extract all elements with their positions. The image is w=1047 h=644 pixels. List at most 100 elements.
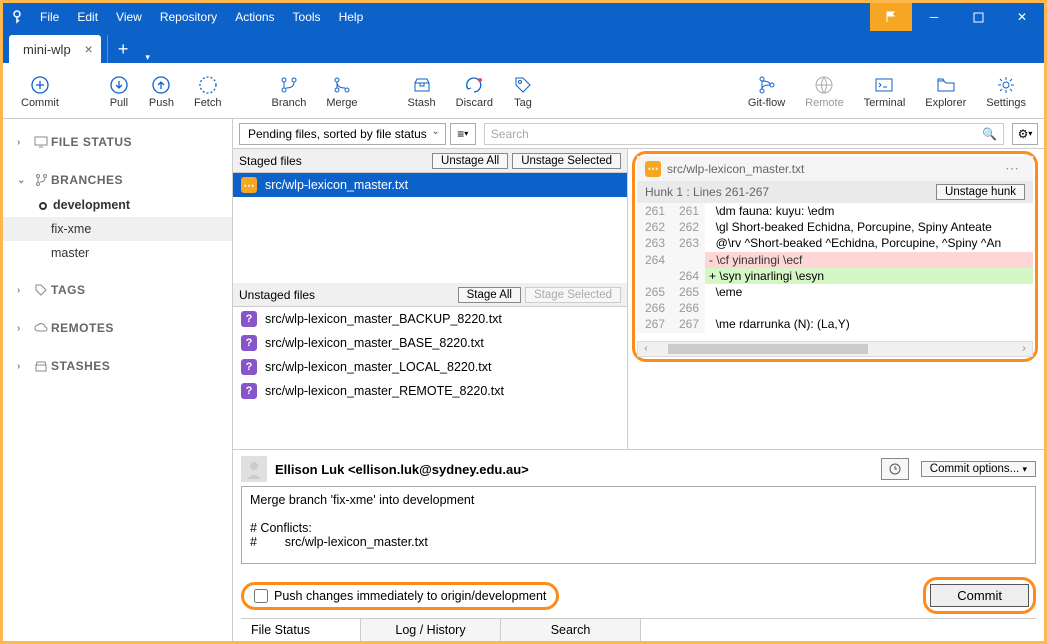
sidebar-branch-development[interactable]: development bbox=[3, 193, 232, 217]
commit-area: Ellison Luk <ellison.luk@sydney.edu.au> … bbox=[233, 449, 1044, 641]
notification-flag-icon[interactable] bbox=[870, 3, 912, 31]
add-tab-button[interactable]: + bbox=[107, 35, 139, 63]
discard-toolbar-button[interactable]: Discard bbox=[446, 63, 503, 119]
diff-body[interactable]: 261261 \dm fauna: kuyu: \edm262262 \gl S… bbox=[637, 203, 1033, 333]
unstaged-file-row[interactable]: ?src/wlp-lexicon_master_REMOTE_8220.txt bbox=[233, 379, 627, 403]
commit-button[interactable]: Commit bbox=[930, 584, 1029, 607]
maximize-button[interactable] bbox=[956, 3, 1000, 31]
branch-icon bbox=[279, 73, 299, 97]
unstage-all-button[interactable]: Unstage All bbox=[432, 153, 508, 169]
push-immediate-checkbox[interactable] bbox=[254, 589, 268, 603]
unstaged-file-row[interactable]: ?src/wlp-lexicon_master_BASE_8220.txt bbox=[233, 331, 627, 355]
staged-files-list: ⋯ src/wlp-lexicon_master.txt bbox=[233, 173, 627, 283]
diff-more-button[interactable]: ⋯ bbox=[999, 160, 1025, 177]
push-icon bbox=[151, 73, 171, 97]
unstaged-file-row[interactable]: ?src/wlp-lexicon_master_LOCAL_8220.txt bbox=[233, 355, 627, 379]
push-toolbar-button[interactable]: Push bbox=[139, 63, 184, 119]
menu-tools[interactable]: Tools bbox=[284, 10, 330, 24]
main-toolbar: Commit Pull Push Fetch Branch Merge Stas… bbox=[3, 63, 1044, 119]
unstaged-files-header: Unstaged files Stage All Stage Selected bbox=[233, 283, 627, 307]
diff-line[interactable]: 267267 \me rdarrunka (N): (La,Y) bbox=[637, 316, 1033, 332]
commit-message-textarea[interactable] bbox=[241, 486, 1036, 564]
commit-toolbar-button[interactable]: Commit bbox=[11, 63, 69, 119]
cloud-icon bbox=[31, 321, 51, 335]
menu-help[interactable]: Help bbox=[330, 10, 373, 24]
sidebar-stashes-header[interactable]: › STASHES bbox=[3, 353, 232, 379]
bottom-tab-file-status[interactable]: File Status bbox=[241, 619, 361, 641]
diff-horizontal-scrollbar[interactable]: ‹› bbox=[637, 341, 1033, 357]
sidebar-branch-master[interactable]: master bbox=[3, 241, 232, 265]
repo-tab-bar: mini-wlp × + ▾ bbox=[3, 31, 1044, 63]
diff-line[interactable]: 266266 bbox=[637, 300, 1033, 316]
unstaged-files-list: ?src/wlp-lexicon_master_BACKUP_8220.txt?… bbox=[233, 307, 627, 427]
repo-tab[interactable]: mini-wlp × bbox=[9, 35, 101, 63]
view-mode-button[interactable]: ≡ ▾ bbox=[450, 123, 476, 145]
minimize-button[interactable]: ─ bbox=[912, 3, 956, 31]
diff-line[interactable]: 265265 \eme bbox=[637, 284, 1033, 300]
menu-actions[interactable]: Actions bbox=[226, 10, 283, 24]
menu-edit[interactable]: Edit bbox=[68, 10, 107, 24]
modified-file-icon: ⋯ bbox=[645, 161, 661, 177]
diff-line[interactable]: 261261 \dm fauna: kuyu: \edm bbox=[637, 203, 1033, 219]
bottom-tab-log[interactable]: Log / History bbox=[361, 619, 501, 641]
merge-toolbar-button[interactable]: Merge bbox=[316, 63, 367, 119]
fetch-toolbar-button[interactable]: Fetch bbox=[184, 63, 232, 119]
unstage-selected-button[interactable]: Unstage Selected bbox=[512, 153, 621, 169]
pending-files-filter[interactable]: Pending files, sorted by file status bbox=[239, 123, 446, 145]
chevron-right-icon: › bbox=[17, 361, 31, 372]
sidebar-remotes-header[interactable]: › REMOTES bbox=[3, 315, 232, 341]
unstage-hunk-button[interactable]: Unstage hunk bbox=[936, 184, 1025, 200]
modified-file-icon: ⋯ bbox=[241, 177, 257, 193]
sidebar: › FILE STATUS ⌄ BRANCHES development fix… bbox=[3, 119, 233, 641]
stage-selected-button[interactable]: Stage Selected bbox=[525, 287, 621, 303]
add-tab-dropdown-icon[interactable]: ▾ bbox=[139, 52, 157, 63]
menu-file[interactable]: File bbox=[31, 10, 68, 24]
staged-file-row[interactable]: ⋯ src/wlp-lexicon_master.txt bbox=[233, 173, 627, 197]
diff-panel: ⋯ src/wlp-lexicon_master.txt ⋯ Hunk 1 : … bbox=[632, 151, 1038, 362]
sidebar-branch-fix-xme[interactable]: fix-xme bbox=[3, 217, 232, 241]
tag-toolbar-button[interactable]: Tag bbox=[503, 63, 543, 119]
discard-icon bbox=[464, 73, 484, 97]
terminal-toolbar-button[interactable]: Terminal bbox=[854, 63, 916, 119]
pull-toolbar-button[interactable]: Pull bbox=[99, 63, 139, 119]
menu-view[interactable]: View bbox=[107, 10, 151, 24]
commit-icon bbox=[30, 73, 50, 97]
search-icon: 🔍 bbox=[982, 127, 997, 141]
filter-bar: Pending files, sorted by file status ≡ ▾… bbox=[233, 119, 1044, 149]
title-bar: FileEditViewRepositoryActionsToolsHelp ─… bbox=[3, 3, 1044, 31]
menu-repository[interactable]: Repository bbox=[151, 10, 226, 24]
remote-icon bbox=[814, 73, 834, 97]
sidebar-branches-header[interactable]: ⌄ BRANCHES bbox=[3, 167, 232, 193]
diff-line[interactable]: 264+ \syn yinarlingi \esyn bbox=[637, 268, 1033, 284]
commit-author: Ellison Luk <ellison.luk@sydney.edu.au> bbox=[275, 462, 529, 477]
push-immediate-checkbox-wrap[interactable]: Push changes immediately to origin/devel… bbox=[241, 582, 559, 610]
stash-small-icon bbox=[31, 359, 51, 373]
branch-small-icon bbox=[31, 173, 51, 187]
unknown-file-icon: ? bbox=[241, 311, 257, 327]
chevron-right-icon: › bbox=[17, 285, 31, 296]
remote-toolbar-button[interactable]: Remote bbox=[795, 63, 854, 119]
terminal-icon bbox=[874, 73, 894, 97]
stage-all-button[interactable]: Stage All bbox=[458, 287, 521, 303]
unknown-file-icon: ? bbox=[241, 383, 257, 399]
commit-history-button[interactable] bbox=[881, 458, 909, 480]
settings-toolbar-button[interactable]: Settings bbox=[976, 63, 1036, 119]
gitflow-toolbar-button[interactable]: Git-flow bbox=[738, 63, 795, 119]
file-search-input[interactable]: Search🔍 bbox=[484, 123, 1004, 145]
diff-filename: src/wlp-lexicon_master.txt bbox=[667, 162, 993, 176]
explorer-toolbar-button[interactable]: Explorer bbox=[915, 63, 976, 119]
close-window-button[interactable]: ✕ bbox=[1000, 3, 1044, 31]
diff-line[interactable]: 262262 \gl Short-beaked Echidna, Porcupi… bbox=[637, 219, 1033, 235]
diff-line[interactable]: 264- \cf yinarlingi \ecf bbox=[637, 252, 1033, 268]
diff-line[interactable]: 263263 @\rv ^Short-beaked ^Echidna, Porc… bbox=[637, 235, 1033, 251]
unstaged-file-row[interactable]: ?src/wlp-lexicon_master_BACKUP_8220.txt bbox=[233, 307, 627, 331]
file-settings-button[interactable]: ⚙▾ bbox=[1012, 123, 1038, 145]
branch-toolbar-button[interactable]: Branch bbox=[261, 63, 316, 119]
staged-files-header: Staged files Unstage All Unstage Selecte… bbox=[233, 149, 627, 173]
sidebar-file-status-header[interactable]: › FILE STATUS bbox=[3, 129, 232, 155]
close-tab-icon[interactable]: × bbox=[84, 41, 92, 57]
sidebar-tags-header[interactable]: › TAGS bbox=[3, 277, 232, 303]
bottom-tab-search[interactable]: Search bbox=[501, 619, 641, 641]
stash-toolbar-button[interactable]: Stash bbox=[398, 63, 446, 119]
commit-options-button[interactable]: Commit options... ▾ bbox=[921, 461, 1036, 477]
